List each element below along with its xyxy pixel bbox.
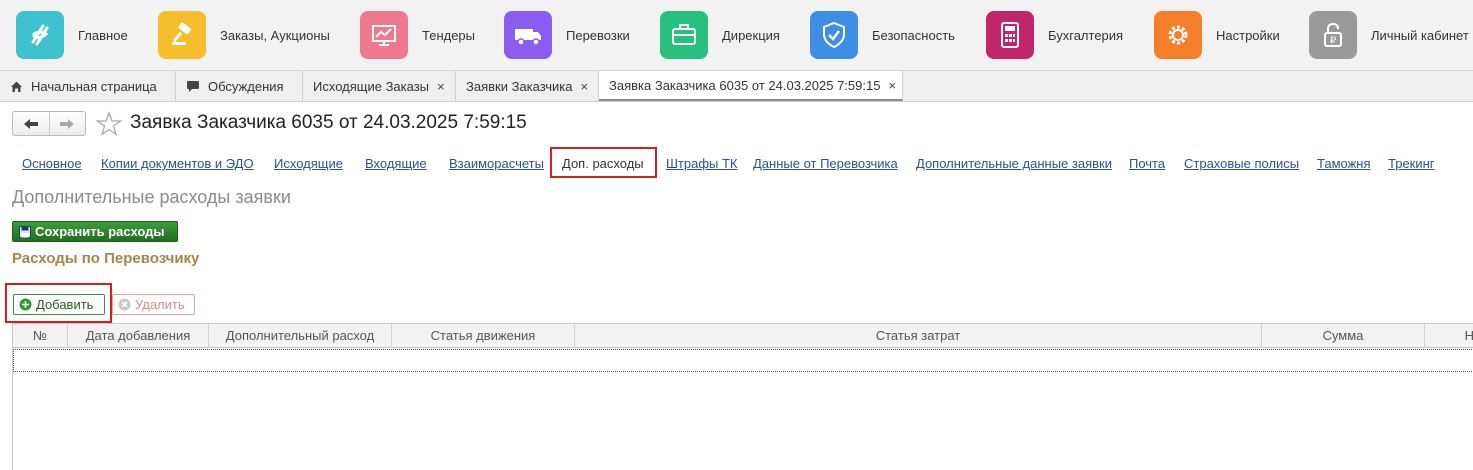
tab-main[interactable]: Основное xyxy=(22,156,82,171)
section-settings[interactable]: Настройки xyxy=(1138,0,1293,71)
tab-label: Начальная страница xyxy=(31,78,157,94)
tab-carrier-fines[interactable]: Штрафы ТК xyxy=(666,156,738,171)
expenses-table[interactable]: № Дата добавления Дополнительный расход … xyxy=(12,323,1473,470)
close-icon[interactable]: × xyxy=(581,79,589,94)
briefcase-icon xyxy=(660,11,708,59)
section-accounting[interactable]: Бухгалтерия xyxy=(970,0,1138,71)
section-label: Настройки xyxy=(1216,27,1280,43)
section-transport[interactable]: Перевозки xyxy=(488,0,644,71)
truck-icon xyxy=(504,11,552,59)
forward-button[interactable] xyxy=(48,112,86,135)
arrow-left-icon xyxy=(23,118,38,129)
back-button[interactable] xyxy=(13,112,49,135)
floppy-disk-icon xyxy=(19,225,31,238)
table-header: № Дата добавления Дополнительный расход … xyxy=(13,324,1473,348)
close-icon[interactable]: × xyxy=(437,79,445,94)
tab-label: Заявки Заказчика xyxy=(466,78,573,94)
tab-current-request[interactable]: Заявка Заказчика 6035 от 24.03.2025 7:59… xyxy=(599,71,903,101)
open-tabs-bar: Начальная страница Обсуждения Исходящие … xyxy=(0,71,1473,102)
column-header-cost-item[interactable]: Статья затрат xyxy=(575,324,1262,348)
tab-document-copies-edo[interactable]: Копии документов и ЭДО xyxy=(101,156,254,171)
plus-circle-icon xyxy=(19,298,32,311)
page-title: Заявка Заказчика 6035 от 24.03.2025 7:59… xyxy=(130,112,527,133)
column-header-cut-off[interactable]: Н xyxy=(1425,324,1473,348)
section-tenders[interactable]: Тендеры xyxy=(344,0,488,71)
tab-settlements[interactable]: Взаиморасчеты xyxy=(449,156,544,171)
arrow-right-icon xyxy=(60,118,75,129)
tab-discussions[interactable]: Обсуждения xyxy=(176,71,303,101)
tab-outgoing-orders[interactable]: Исходящие Заказы × xyxy=(303,71,456,101)
section-label: Безопасность xyxy=(872,27,955,43)
section-main[interactable]: Главное xyxy=(0,0,142,71)
section-label: Бухгалтерия xyxy=(1048,27,1124,43)
chat-icon xyxy=(186,80,200,93)
tab-label: Исходящие Заказы xyxy=(313,78,430,94)
section-title: Дополнительные расходы заявки xyxy=(12,187,291,207)
column-header-date-added[interactable]: Дата добавления xyxy=(68,324,209,348)
history-nav xyxy=(12,111,86,136)
lock-ruble-icon: ₽ xyxy=(1309,11,1357,59)
tab-insurance-policies[interactable]: Страховые полисы xyxy=(1184,156,1299,171)
tab-home[interactable]: Начальная страница xyxy=(0,71,176,101)
save-expenses-button[interactable]: Сохранить расходы xyxy=(12,221,178,242)
favorite-star-icon[interactable] xyxy=(95,111,123,140)
tab-label: Обсуждения xyxy=(208,78,284,94)
column-header-number[interactable]: № xyxy=(13,324,68,348)
tab-additional-request-data[interactable]: Дополнительные данные заявки xyxy=(916,156,1112,171)
calculator-icon xyxy=(986,11,1034,59)
svg-text:₽: ₽ xyxy=(1330,36,1337,47)
section-label: Личный кабинет xyxy=(1371,27,1469,43)
gear-icon xyxy=(1154,11,1202,59)
tab-incoming[interactable]: Входящие xyxy=(365,156,427,171)
section-label: Перевозки xyxy=(566,27,630,43)
section-direction[interactable]: Дирекция xyxy=(644,0,794,71)
add-label: Добавить xyxy=(36,297,94,312)
section-label: Дирекция xyxy=(722,27,780,43)
shield-check-icon xyxy=(810,11,858,59)
delete-label: Удалить xyxy=(135,297,185,312)
tab-outgoing[interactable]: Исходящие xyxy=(274,156,343,171)
carrier-expenses-title: Расходы по Перевозчику xyxy=(12,250,200,267)
section-label: Главное xyxy=(78,27,128,43)
tab-mail[interactable]: Почта xyxy=(1129,156,1165,171)
remove-circle-icon xyxy=(118,298,131,311)
close-icon[interactable]: × xyxy=(888,78,896,93)
highlight-frame xyxy=(550,147,657,178)
spiral-logo-icon xyxy=(16,11,64,59)
tab-customs[interactable]: Таможня xyxy=(1317,156,1371,171)
add-button[interactable]: Добавить xyxy=(13,294,105,315)
column-header-amount[interactable]: Сумма xyxy=(1262,324,1425,348)
section-label: Тендеры xyxy=(422,27,476,43)
section-orders-auctions[interactable]: Заказы, Аукционы xyxy=(142,0,344,71)
tab-tracking[interactable]: Трекинг xyxy=(1388,156,1435,171)
delete-button[interactable]: Удалить xyxy=(112,294,195,315)
home-icon xyxy=(10,80,23,93)
section-label: Заказы, Аукционы xyxy=(220,27,330,43)
column-header-additional-expense[interactable]: Дополнительный расход xyxy=(209,324,392,348)
table-row[interactable] xyxy=(13,349,1473,372)
tab-customer-requests[interactable]: Заявки Заказчика × xyxy=(456,71,599,101)
sections-bar: Главное Заказы, Аукционы Тендеры Перевоз… xyxy=(0,0,1473,71)
section-personal-cabinet[interactable]: ₽ Личный кабинет xyxy=(1293,0,1473,71)
tab-label: Заявка Заказчика 6035 от 24.03.2025 7:59… xyxy=(609,77,881,93)
tab-carrier-data[interactable]: Данные от Перевозчика xyxy=(753,156,898,171)
gavel-icon xyxy=(158,11,206,59)
monitor-chart-icon xyxy=(360,11,408,59)
column-header-movement-item[interactable]: Статья движения xyxy=(392,324,575,348)
save-expenses-label: Сохранить расходы xyxy=(35,224,165,239)
section-security[interactable]: Безопасность xyxy=(794,0,970,71)
